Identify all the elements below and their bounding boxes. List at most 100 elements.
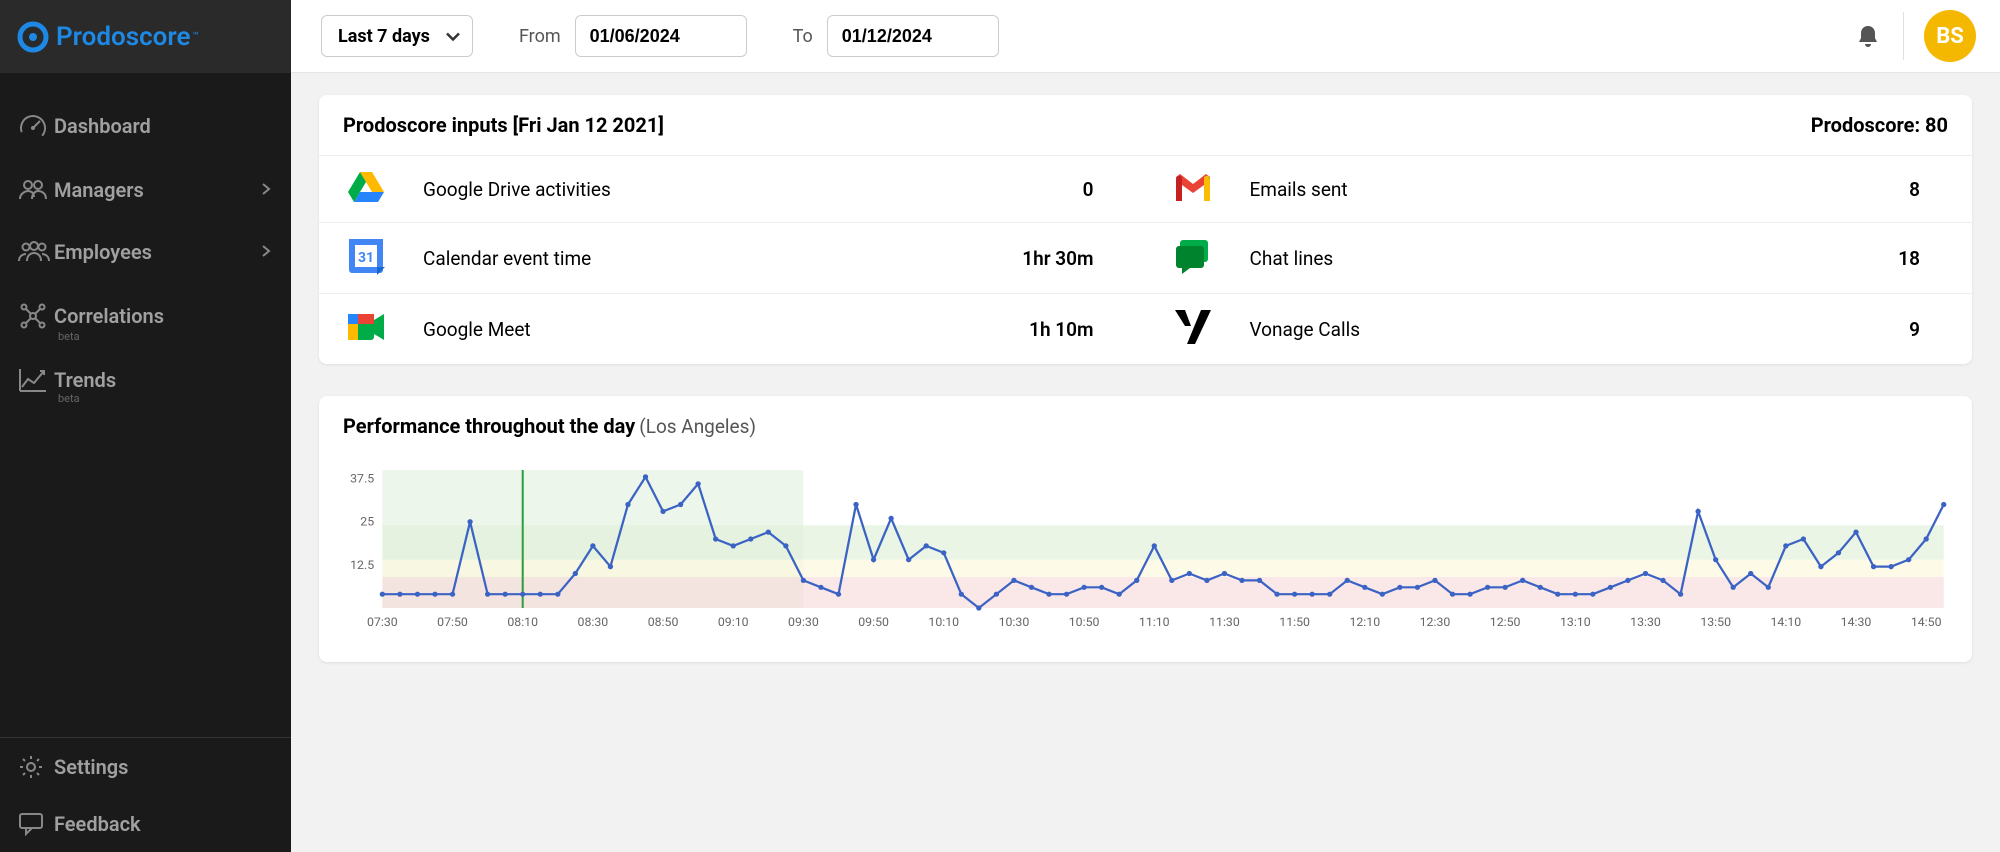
vonage-icon xyxy=(1172,308,1214,350)
input-row: 31 Calendar event time1hr 30m Chat lines18 xyxy=(319,223,1972,294)
svg-text:12:10: 12:10 xyxy=(1349,615,1380,629)
performance-header: Performance throughout the day (Los Ange… xyxy=(319,396,1972,456)
input-value: 18 xyxy=(1898,247,1946,270)
sidebar-item-employees[interactable]: Employees xyxy=(0,221,291,283)
logo-icon xyxy=(16,20,50,54)
chevron-right-icon xyxy=(261,181,271,200)
svg-text:11:10: 11:10 xyxy=(1139,615,1170,629)
svg-text:12.5: 12.5 xyxy=(350,558,374,572)
input-name: Vonage Calls xyxy=(1214,318,1910,341)
sidebar-item-dashboard[interactable]: Dashboard xyxy=(0,93,291,159)
svg-text:07:50: 07:50 xyxy=(437,615,468,629)
svg-text:11:50: 11:50 xyxy=(1279,615,1310,629)
user-avatar[interactable]: BS xyxy=(1924,10,1976,62)
feedback-icon xyxy=(18,812,54,836)
input-cell-calendar[interactable]: 31 Calendar event time1hr 30m xyxy=(319,223,1146,293)
settings-icon xyxy=(18,754,54,780)
sidebar-item-feedback[interactable]: Feedback xyxy=(0,796,291,852)
sidebar-item-label: Settings xyxy=(54,755,271,779)
svg-text:37.5: 37.5 xyxy=(350,472,374,486)
performance-chart: 12.52537.507:3007:5008:1008:3008:5009:10… xyxy=(331,464,1954,634)
svg-text:12:30: 12:30 xyxy=(1420,615,1451,629)
sidebar-item-label: Dashboard xyxy=(54,114,271,138)
svg-text:09:50: 09:50 xyxy=(858,615,889,629)
input-row: Google Drive activities0Emails sent8 xyxy=(319,156,1972,223)
managers-icon xyxy=(18,177,54,203)
employees-icon xyxy=(18,239,54,265)
nav: Dashboard Managers Employees Correlations be… xyxy=(0,73,291,737)
sidebar-item-trends[interactable]: Trendsbeta xyxy=(0,349,291,411)
sidebar-item-label: Correlations xyxy=(54,304,271,328)
input-row: Google Meet1h 10mVonage Calls9 xyxy=(319,294,1972,364)
svg-text:14:30: 14:30 xyxy=(1841,615,1872,629)
sidebar-item-managers[interactable]: Managers xyxy=(0,159,291,221)
to-label: To xyxy=(793,26,813,47)
input-name: Google Meet xyxy=(387,318,1029,341)
drive-icon xyxy=(345,170,387,208)
inputs-title: Prodoscore inputs [Fri Jan 12 2021] xyxy=(343,113,664,137)
svg-text:09:10: 09:10 xyxy=(718,615,749,629)
input-name: Google Drive activities xyxy=(387,178,1083,201)
inputs-card: Prodoscore inputs [Fri Jan 12 2021] Prod… xyxy=(319,95,1972,364)
input-name: Emails sent xyxy=(1214,178,1910,201)
svg-text:25: 25 xyxy=(360,515,374,529)
divider xyxy=(1903,12,1904,60)
input-name: Calendar event time xyxy=(387,247,1022,270)
svg-text:14:10: 14:10 xyxy=(1770,615,1801,629)
beta-label: beta xyxy=(58,392,80,405)
svg-text:13:10: 13:10 xyxy=(1560,615,1591,629)
performance-card: Performance throughout the day (Los Ange… xyxy=(319,396,1972,662)
input-value: 8 xyxy=(1909,178,1946,201)
svg-text:10:50: 10:50 xyxy=(1069,615,1100,629)
chevron-right-icon xyxy=(261,243,271,262)
sidebar-item-label: Managers xyxy=(54,178,261,202)
input-cell-drive[interactable]: Google Drive activities0 xyxy=(319,156,1146,222)
sidebar-item-label: Feedback xyxy=(54,812,271,836)
sidebar-item-correlations[interactable]: Correlations beta xyxy=(0,283,291,349)
svg-text:13:50: 13:50 xyxy=(1700,615,1731,629)
to-date-input[interactable] xyxy=(827,15,999,57)
input-value: 1h 10m xyxy=(1029,318,1119,341)
svg-text:10:30: 10:30 xyxy=(999,615,1030,629)
sidebar-item-settings[interactable]: Settings xyxy=(0,738,291,796)
gmail-icon xyxy=(1172,171,1214,207)
content: Prodoscore inputs [Fri Jan 12 2021] Prod… xyxy=(291,73,2000,852)
svg-text:13:30: 13:30 xyxy=(1630,615,1661,629)
svg-text:11:30: 11:30 xyxy=(1209,615,1240,629)
date-range-value: Last 7 days xyxy=(338,26,430,47)
input-cell-chat[interactable]: Chat lines18 xyxy=(1146,223,1973,293)
inputs-card-header: Prodoscore inputs [Fri Jan 12 2021] Prod… xyxy=(319,95,1972,156)
meet-icon xyxy=(345,310,387,348)
main: Last 7 days From To BS xyxy=(291,0,2000,852)
chevron-down-icon xyxy=(446,26,460,47)
svg-text:14:50: 14:50 xyxy=(1911,615,1942,629)
svg-text:31: 31 xyxy=(358,250,374,266)
logo-text: Prodoscore xyxy=(56,22,191,52)
input-cell-gmail[interactable]: Emails sent8 xyxy=(1146,156,1973,222)
sidebar-item-label: Trends xyxy=(54,368,271,392)
notifications-icon[interactable] xyxy=(1853,21,1883,51)
svg-text:07:30: 07:30 xyxy=(367,615,398,629)
performance-location-text: (Los Angeles) xyxy=(639,415,756,438)
svg-text:08:50: 08:50 xyxy=(648,615,679,629)
input-cell-vonage[interactable]: Vonage Calls9 xyxy=(1146,294,1973,364)
dashboard-icon xyxy=(18,111,54,141)
logo-tm: ™ xyxy=(193,31,199,42)
svg-text:08:10: 08:10 xyxy=(507,615,538,629)
input-cell-meet[interactable]: Google Meet1h 10m xyxy=(319,294,1146,364)
performance-title: Performance throughout the day xyxy=(343,414,635,438)
trends-icon xyxy=(18,367,54,393)
beta-label: beta xyxy=(58,330,80,343)
svg-text:12:50: 12:50 xyxy=(1490,615,1521,629)
sidebar: Prodoscore™ DashboardManagersEmployeesCo… xyxy=(0,0,291,852)
input-value: 1hr 30m xyxy=(1022,247,1119,270)
from-label: From xyxy=(519,26,561,47)
svg-text:10:10: 10:10 xyxy=(928,615,959,629)
topbar: Last 7 days From To BS xyxy=(291,0,2000,73)
correlations-icon xyxy=(18,301,54,331)
date-range-select[interactable]: Last 7 days xyxy=(321,15,473,57)
logo[interactable]: Prodoscore™ xyxy=(0,0,291,73)
from-date-input[interactable] xyxy=(575,15,747,57)
prodoscore-value: Prodoscore: 80 xyxy=(1811,113,1948,137)
bottom-nav: Settings Feedback xyxy=(0,737,291,852)
